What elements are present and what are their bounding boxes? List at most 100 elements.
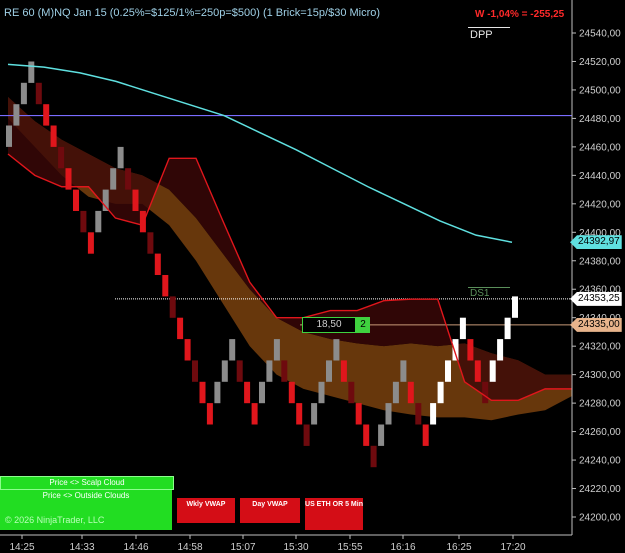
- renko-chart[interactable]: 24540,00 24520,00 24500,00 24480,00 24460,00…: [0, 0, 625, 553]
- time-tick-label: 15:55: [337, 542, 362, 553]
- us-eth-or-button[interactable]: US ETH OR 5 Min: [305, 498, 363, 530]
- renko-brick: [95, 210, 102, 233]
- renko-brick: [73, 189, 79, 211]
- renko-brick: [474, 360, 481, 382]
- renko-brick: [296, 403, 303, 425]
- price-tag-last: 24353,25: [570, 291, 622, 306]
- price-tick-label: 24500,00: [579, 85, 621, 96]
- renko-brick: [452, 339, 459, 361]
- renko-brick: [162, 275, 169, 297]
- renko-brick: [110, 168, 117, 190]
- time-tick-label: 16:25: [446, 542, 471, 553]
- renko-brick: [192, 360, 198, 382]
- renko-brick: [244, 381, 251, 404]
- renko-brick: [333, 339, 340, 361]
- price-tick-label: 24380,00: [579, 256, 621, 267]
- renko-brick: [482, 381, 489, 404]
- renko-brick: [132, 189, 139, 211]
- renko-brick: [35, 82, 42, 105]
- pnl-display: W -1,04% = -255,25: [475, 9, 565, 20]
- renko-brick: [273, 339, 280, 361]
- ds1-label: DS1: [470, 288, 490, 299]
- renko-brick: [415, 403, 422, 425]
- price-tick-label: 24260,00: [579, 427, 621, 438]
- time-tick-label: 17:20: [500, 542, 525, 553]
- price-tag-order: 24335,00: [570, 317, 622, 332]
- renko-brick: [20, 82, 27, 105]
- renko-brick: [199, 381, 206, 404]
- renko-brick: [363, 424, 370, 446]
- renko-brick: [177, 317, 184, 340]
- renko-brick: [489, 360, 496, 382]
- renko-brick: [445, 360, 451, 382]
- renko-brick: [169, 296, 176, 318]
- price-tick-label: 24460,00: [579, 142, 621, 153]
- renko-brick: [318, 381, 325, 404]
- renko-brick: [184, 339, 191, 361]
- time-tick-label: 15:30: [283, 542, 308, 553]
- copyright-text: © 2026 NinjaTrader, LLC: [5, 515, 105, 525]
- instrument-title: RE 60 (M)NQ Jan 15 (0.25%=$125/1%=250p=$…: [4, 7, 381, 19]
- renko-brick: [504, 317, 511, 340]
- time-tick-label: 15:07: [230, 542, 255, 553]
- renko-brick: [28, 61, 35, 83]
- time-tick-label: 14:58: [177, 542, 202, 553]
- renko-brick: [125, 168, 132, 190]
- price-tick-label: 24280,00: [579, 399, 621, 410]
- renko-brick: [259, 381, 265, 404]
- renko-brick: [147, 232, 154, 254]
- renko-brick: [139, 210, 146, 233]
- renko-brick: [370, 445, 377, 468]
- price-tag-cyan: 24392,97: [570, 235, 622, 250]
- scalp-cloud-button[interactable]: Price <> Scalp Cloud: [0, 476, 174, 490]
- renko-brick: [392, 381, 399, 404]
- renko-brick: [400, 360, 407, 382]
- order-qty-marker[interactable]: 2: [356, 317, 370, 333]
- renko-brick: [43, 104, 50, 126]
- renko-brick: [80, 210, 87, 233]
- renko-brick: [214, 381, 221, 404]
- renko-brick: [102, 189, 109, 211]
- day-vwap-button[interactable]: Day VWAP: [240, 498, 300, 523]
- renko-brick: [348, 381, 355, 404]
- renko-brick: [236, 360, 243, 382]
- renko-brick: [6, 125, 12, 147]
- order-price-marker[interactable]: 18,50: [302, 317, 356, 333]
- renko-brick: [281, 360, 288, 382]
- time-tick-label: 16:16: [390, 542, 415, 553]
- renko-brick: [251, 403, 258, 425]
- renko-brick: [288, 381, 295, 404]
- renko-brick: [407, 381, 414, 404]
- price-tick-label: 24420,00: [579, 199, 621, 210]
- price-tick-label: 24200,00: [579, 513, 621, 524]
- renko-brick: [497, 339, 504, 361]
- renko-brick: [154, 253, 161, 275]
- price-tick-label: 24300,00: [579, 370, 621, 381]
- renko-brick: [303, 424, 310, 446]
- renko-brick: [326, 360, 332, 382]
- renko-brick: [58, 146, 65, 169]
- renko-brick: [378, 424, 385, 446]
- renko-brick: [437, 381, 444, 404]
- price-tick-label: 24540,00: [579, 29, 621, 40]
- dpp-line: [468, 27, 510, 28]
- price-tick-label: 24480,00: [579, 114, 621, 125]
- renko-brick: [117, 146, 124, 169]
- renko-brick: [221, 360, 228, 382]
- wkly-vwap-button[interactable]: Wkly VWAP: [177, 498, 235, 523]
- renko-brick: [229, 339, 236, 361]
- renko-brick: [512, 296, 518, 318]
- time-tick-label: 14:46: [123, 542, 148, 553]
- renko-brick: [13, 104, 20, 126]
- time-tick-label: 14:33: [69, 542, 94, 553]
- renko-brick: [467, 339, 474, 361]
- outside-clouds-label: Price <> Outside Clouds: [42, 491, 130, 500]
- price-tick-label: 24440,00: [579, 171, 621, 182]
- renko-brick: [355, 403, 362, 425]
- time-tick-label: 14:25: [9, 542, 34, 553]
- renko-brick: [430, 403, 437, 425]
- renko-brick: [50, 125, 57, 147]
- renko-brick: [422, 424, 429, 446]
- dpp-label: DPP: [470, 29, 493, 41]
- renko-brick: [87, 232, 94, 254]
